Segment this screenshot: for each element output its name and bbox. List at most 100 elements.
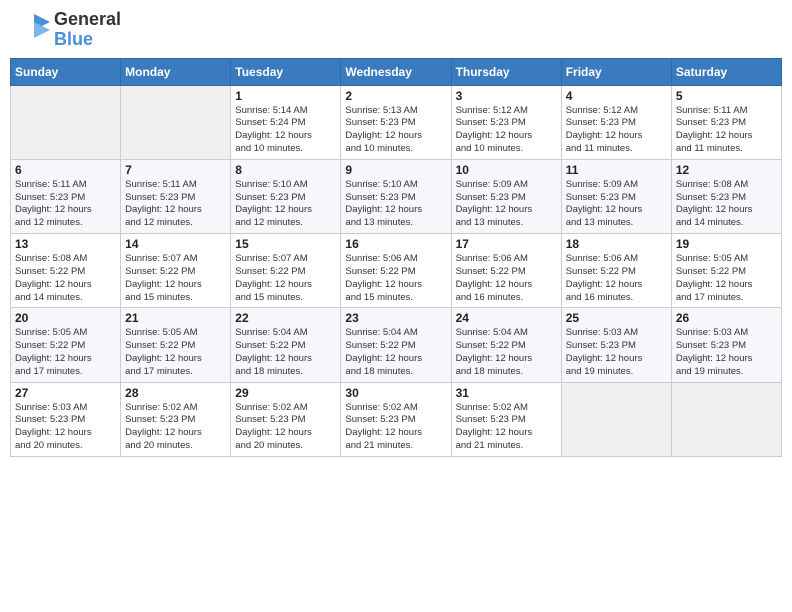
day-number: 31 <box>456 386 557 400</box>
day-info: Sunrise: 5:04 AM Sunset: 5:22 PM Dayligh… <box>235 327 336 378</box>
calendar-cell: 16 Sunrise: 5:06 AM Sunset: 5:22 PM Dayli… <box>341 234 451 308</box>
logo: GeneralBlue <box>14 10 121 50</box>
day-number: 11 <box>566 163 667 177</box>
day-number: 3 <box>456 89 557 103</box>
day-number: 16 <box>345 237 446 251</box>
calendar-cell: 14Sunrise: 5:07 AM Sunset: 5:22 PM Dayli… <box>121 234 231 308</box>
day-number: 13 <box>15 237 116 251</box>
calendar-cell: 21Sunrise: 5:05 AM Sunset: 5:22 PM Dayli… <box>121 308 231 382</box>
day-info: Sunrise: 5:11 AM Sunset: 5:23 PM Dayligh… <box>15 179 116 230</box>
week-row-3: 13 Sunrise: 5:08 AM Sunset: 5:22 PM Dayli… <box>11 234 782 308</box>
weekday-header-tuesday: Tuesday <box>231 58 341 85</box>
calendar-cell: 3 Sunrise: 5:12 AM Sunset: 5:23 PM Daylig… <box>451 85 561 159</box>
calendar-cell: 19 Sunrise: 5:05 AM Sunset: 5:22 PM Dayli… <box>671 234 781 308</box>
day-info: Sunrise: 5:05 AM Sunset: 5:22 PM Dayligh… <box>676 253 777 304</box>
day-number: 20 <box>15 311 116 325</box>
calendar-cell <box>121 85 231 159</box>
day-number: 27 <box>15 386 116 400</box>
day-number: 19 <box>676 237 777 251</box>
day-info: Sunrise: 5:12 AM Sunset: 5:23 PM Dayligh… <box>456 105 557 156</box>
day-info: Sunrise: 5:03 AM Sunset: 5:23 PM Dayligh… <box>566 327 667 378</box>
calendar-cell: 10 Sunrise: 5:09 AM Sunset: 5:23 PM Dayli… <box>451 159 561 233</box>
weekday-header-saturday: Saturday <box>671 58 781 85</box>
day-info: Sunrise: 5:05 AM Sunset: 5:22 PM Dayligh… <box>15 327 116 378</box>
calendar-cell: 7Sunrise: 5:11 AM Sunset: 5:23 PM Daylig… <box>121 159 231 233</box>
calendar-cell: 24 Sunrise: 5:04 AM Sunset: 5:22 PM Dayli… <box>451 308 561 382</box>
day-info: Sunrise: 5:14 AM Sunset: 5:24 PM Dayligh… <box>235 105 336 156</box>
page-header: GeneralBlue <box>10 10 782 50</box>
calendar-cell: 31 Sunrise: 5:02 AM Sunset: 5:23 PM Dayli… <box>451 382 561 456</box>
day-number: 18 <box>566 237 667 251</box>
calendar-cell: 22 Sunrise: 5:04 AM Sunset: 5:22 PM Dayli… <box>231 308 341 382</box>
day-number: 17 <box>456 237 557 251</box>
calendar-table: SundayMondayTuesdayWednesdayThursdayFrid… <box>10 58 782 457</box>
day-info: Sunrise: 5:13 AM Sunset: 5:23 PM Dayligh… <box>345 105 446 156</box>
day-info: Sunrise: 5:08 AM Sunset: 5:22 PM Dayligh… <box>15 253 116 304</box>
calendar-cell: 2 Sunrise: 5:13 AM Sunset: 5:23 PM Daylig… <box>341 85 451 159</box>
day-number: 1 <box>235 89 336 103</box>
day-info: Sunrise: 5:10 AM Sunset: 5:23 PM Dayligh… <box>345 179 446 230</box>
day-number: 8 <box>235 163 336 177</box>
day-info: Sunrise: 5:10 AM Sunset: 5:23 PM Dayligh… <box>235 179 336 230</box>
logo-svg <box>14 12 50 48</box>
day-info: Sunrise: 5:06 AM Sunset: 5:22 PM Dayligh… <box>345 253 446 304</box>
calendar-cell: 25 Sunrise: 5:03 AM Sunset: 5:23 PM Dayli… <box>561 308 671 382</box>
calendar-cell: 27 Sunrise: 5:03 AM Sunset: 5:23 PM Dayli… <box>11 382 121 456</box>
day-info: Sunrise: 5:04 AM Sunset: 5:22 PM Dayligh… <box>456 327 557 378</box>
day-number: 15 <box>235 237 336 251</box>
calendar-cell: 11 Sunrise: 5:09 AM Sunset: 5:23 PM Dayli… <box>561 159 671 233</box>
logo-blue-text: Blue <box>54 30 121 50</box>
weekday-header-monday: Monday <box>121 58 231 85</box>
day-info: Sunrise: 5:09 AM Sunset: 5:23 PM Dayligh… <box>456 179 557 230</box>
week-row-2: 6 Sunrise: 5:11 AM Sunset: 5:23 PM Daylig… <box>11 159 782 233</box>
calendar-cell: 1 Sunrise: 5:14 AM Sunset: 5:24 PM Daylig… <box>231 85 341 159</box>
day-info: Sunrise: 5:06 AM Sunset: 5:22 PM Dayligh… <box>456 253 557 304</box>
day-number: 25 <box>566 311 667 325</box>
weekday-header-wednesday: Wednesday <box>341 58 451 85</box>
day-info: Sunrise: 5:05 AM Sunset: 5:22 PM Dayligh… <box>125 327 226 378</box>
weekday-header-sunday: Sunday <box>11 58 121 85</box>
day-number: 9 <box>345 163 446 177</box>
day-number: 5 <box>676 89 777 103</box>
calendar-cell: 29 Sunrise: 5:02 AM Sunset: 5:23 PM Dayli… <box>231 382 341 456</box>
calendar-cell: 13 Sunrise: 5:08 AM Sunset: 5:22 PM Dayli… <box>11 234 121 308</box>
calendar-cell: 18 Sunrise: 5:06 AM Sunset: 5:22 PM Dayli… <box>561 234 671 308</box>
calendar-cell: 8 Sunrise: 5:10 AM Sunset: 5:23 PM Daylig… <box>231 159 341 233</box>
day-number: 6 <box>15 163 116 177</box>
week-row-4: 20 Sunrise: 5:05 AM Sunset: 5:22 PM Dayli… <box>11 308 782 382</box>
day-number: 22 <box>235 311 336 325</box>
calendar-cell: 20 Sunrise: 5:05 AM Sunset: 5:22 PM Dayli… <box>11 308 121 382</box>
day-info: Sunrise: 5:02 AM Sunset: 5:23 PM Dayligh… <box>456 402 557 453</box>
day-info: Sunrise: 5:02 AM Sunset: 5:23 PM Dayligh… <box>235 402 336 453</box>
calendar-cell: 28Sunrise: 5:02 AM Sunset: 5:23 PM Dayli… <box>121 382 231 456</box>
day-number: 24 <box>456 311 557 325</box>
calendar-cell: 26Sunrise: 5:03 AM Sunset: 5:23 PM Dayli… <box>671 308 781 382</box>
weekday-header-thursday: Thursday <box>451 58 561 85</box>
week-row-1: 1 Sunrise: 5:14 AM Sunset: 5:24 PM Daylig… <box>11 85 782 159</box>
day-info: Sunrise: 5:06 AM Sunset: 5:22 PM Dayligh… <box>566 253 667 304</box>
day-info: Sunrise: 5:09 AM Sunset: 5:23 PM Dayligh… <box>566 179 667 230</box>
week-row-5: 27 Sunrise: 5:03 AM Sunset: 5:23 PM Dayli… <box>11 382 782 456</box>
day-number: 2 <box>345 89 446 103</box>
day-number: 10 <box>456 163 557 177</box>
day-info: Sunrise: 5:12 AM Sunset: 5:23 PM Dayligh… <box>566 105 667 156</box>
day-info: Sunrise: 5:03 AM Sunset: 5:23 PM Dayligh… <box>15 402 116 453</box>
day-number: 29 <box>235 386 336 400</box>
calendar-cell <box>671 382 781 456</box>
day-info: Sunrise: 5:08 AM Sunset: 5:23 PM Dayligh… <box>676 179 777 230</box>
calendar-cell: 23 Sunrise: 5:04 AM Sunset: 5:22 PM Dayli… <box>341 308 451 382</box>
day-info: Sunrise: 5:07 AM Sunset: 5:22 PM Dayligh… <box>235 253 336 304</box>
day-number: 23 <box>345 311 446 325</box>
day-number: 14 <box>125 237 226 251</box>
day-number: 4 <box>566 89 667 103</box>
calendar-cell <box>561 382 671 456</box>
day-number: 28 <box>125 386 226 400</box>
day-info: Sunrise: 5:11 AM Sunset: 5:23 PM Dayligh… <box>125 179 226 230</box>
day-info: Sunrise: 5:02 AM Sunset: 5:23 PM Dayligh… <box>345 402 446 453</box>
weekday-header-friday: Friday <box>561 58 671 85</box>
calendar-cell: 15 Sunrise: 5:07 AM Sunset: 5:22 PM Dayli… <box>231 234 341 308</box>
day-info: Sunrise: 5:04 AM Sunset: 5:22 PM Dayligh… <box>345 327 446 378</box>
calendar-cell: 30Sunrise: 5:02 AM Sunset: 5:23 PM Dayli… <box>341 382 451 456</box>
day-info: Sunrise: 5:11 AM Sunset: 5:23 PM Dayligh… <box>676 105 777 156</box>
calendar-cell: 4 Sunrise: 5:12 AM Sunset: 5:23 PM Daylig… <box>561 85 671 159</box>
